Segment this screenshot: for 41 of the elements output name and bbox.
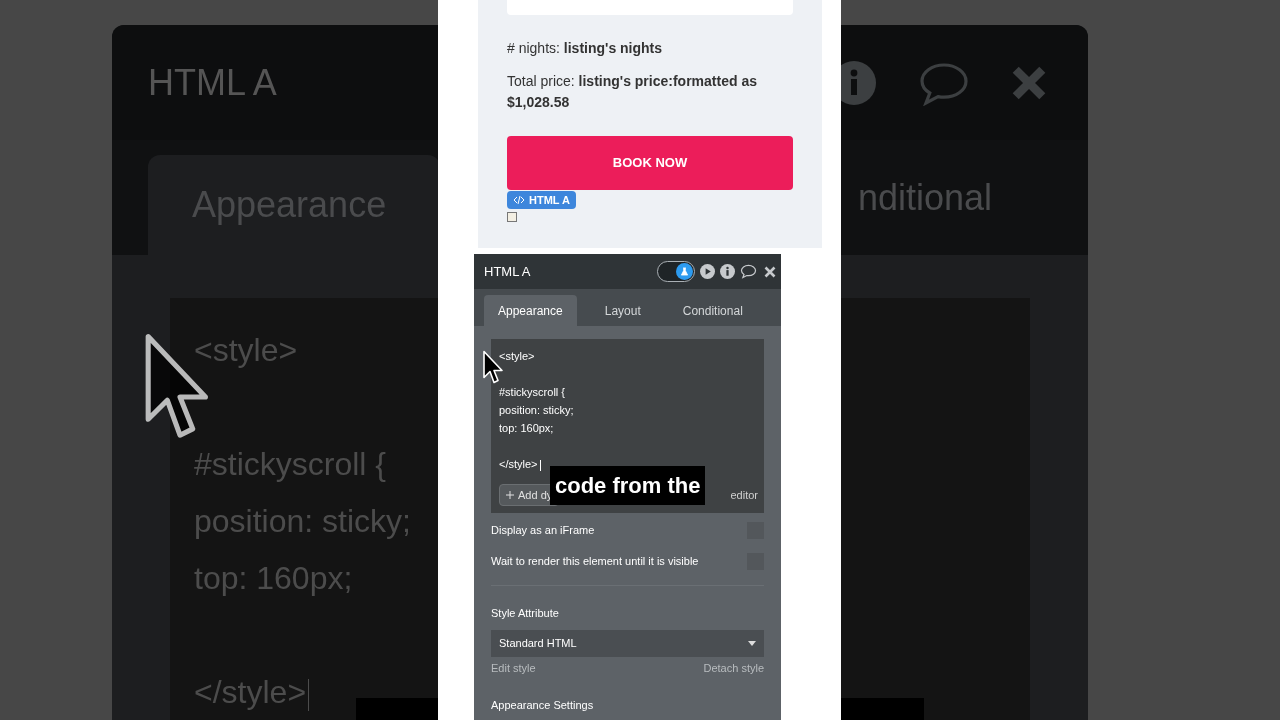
backdrop-title: HTML A <box>148 60 277 105</box>
section-label: Appearance Settings <box>491 698 595 713</box>
option-label: Display as an iFrame <box>491 523 595 539</box>
editor-link[interactable]: editor <box>730 486 758 504</box>
caret-icon <box>748 640 756 646</box>
style-dropdown[interactable]: Standard HTML <box>491 629 764 657</box>
code-line: top: 160px; <box>499 421 554 436</box>
panel-title: HTML A <box>484 262 531 281</box>
nights-text: # nights: listing's nights <box>507 39 664 58</box>
flask-icon <box>680 267 689 276</box>
code-line: position: sticky; <box>194 502 411 541</box>
code-line: top: 160px; <box>194 559 353 598</box>
code-line: </style> <box>499 437 541 473</box>
code-line: position: sticky; <box>499 403 574 418</box>
info-icon[interactable] <box>720 264 735 279</box>
play-icon[interactable] <box>700 264 715 279</box>
total-price-text: Total price: listing's price:formatted as $1,028.58 <box>507 72 758 112</box>
code-line: <style> <box>194 331 298 370</box>
element-badge[interactable]: HTML A <box>507 191 576 209</box>
code-line: #stickyscroll { <box>194 445 387 484</box>
option-label: Wait to render this element until it is visible <box>491 554 699 570</box>
code-line: #stickyscroll { <box>499 385 566 400</box>
comment-icon[interactable] <box>740 264 757 279</box>
checkbox[interactable] <box>507 212 517 222</box>
edit-style-link[interactable]: Edit style <box>491 659 536 676</box>
section-label: Style Attribute <box>491 606 560 621</box>
tab[interactable]: Appearance <box>484 295 577 326</box>
code-icon <box>513 194 525 206</box>
text-caret <box>308 678 310 711</box>
text-caret <box>539 459 541 471</box>
code-line: </style> <box>194 607 310 720</box>
detach-style-link[interactable]: Detach style <box>703 659 764 676</box>
backdrop-tab-label: nditional <box>857 175 992 220</box>
close-icon[interactable] <box>764 265 776 278</box>
book-now-button[interactable]: BOOK NOW <box>507 136 793 190</box>
tab[interactable]: Layout <box>590 295 655 326</box>
caption: code from the <box>550 466 706 505</box>
toggle-switch[interactable] <box>657 261 695 282</box>
tab[interactable]: Conditional <box>668 295 757 326</box>
plus-icon <box>506 491 514 499</box>
code-line: <style> <box>499 349 535 364</box>
